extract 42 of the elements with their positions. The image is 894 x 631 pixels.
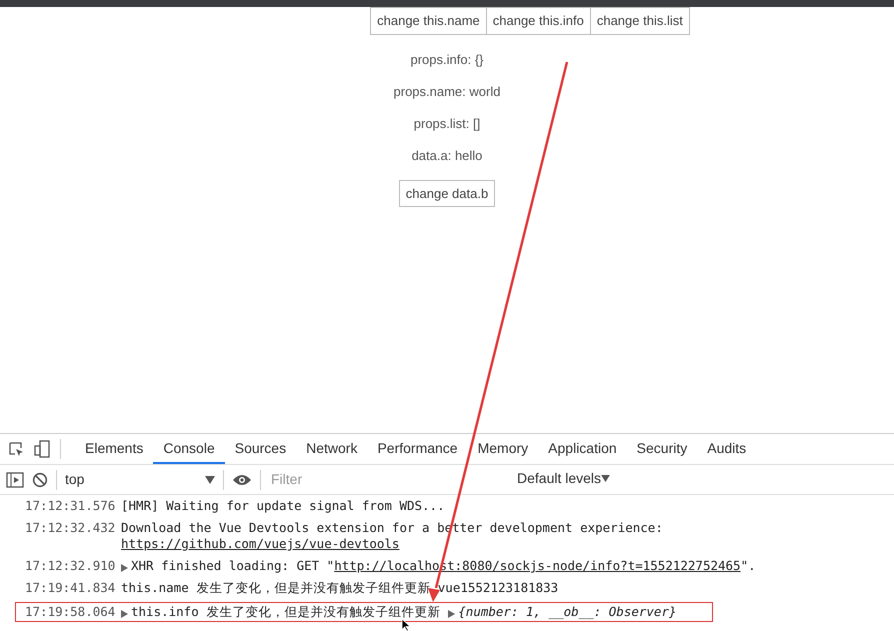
devtools-tab[interactable]: Application	[538, 434, 627, 464]
log-message: ".	[740, 558, 756, 573]
prop-text: data.a: hello	[412, 148, 482, 162]
log-timestamp: 17:12:32.910	[25, 558, 116, 574]
log-message: this.info 发生了变化，但是并没有触发子组件更新	[131, 604, 440, 619]
log-timestamp: 17:19:41.834	[25, 580, 116, 596]
cursor-icon	[402, 618, 412, 631]
log-timestamp: 17:19:58.064	[25, 604, 116, 620]
devtools-tab[interactable]: Memory	[468, 434, 538, 464]
dropdown-icon	[205, 476, 215, 484]
log-timestamp: 17:12:31.576	[25, 498, 116, 514]
prop-text: props.info: {}	[410, 52, 484, 66]
sidebar-toggle-icon[interactable]	[6, 472, 24, 488]
log-object: {number: 1, __ob__: Observer}	[458, 604, 677, 619]
devtools-tab[interactable]: Audits	[697, 434, 756, 464]
change-button[interactable]: change data.b	[398, 180, 496, 207]
expand-icon[interactable]	[121, 564, 128, 572]
prop-text: props.list: []	[414, 116, 480, 130]
clear-icon[interactable]	[32, 472, 48, 488]
change-button[interactable]: change this.name	[370, 7, 487, 34]
devtools-tab[interactable]: Security	[626, 434, 698, 464]
device-icon[interactable]	[34, 440, 50, 458]
eye-icon[interactable]	[232, 474, 252, 486]
log-link[interactable]: https://github.com/vuejs/vue-devtools	[121, 536, 400, 551]
log-message: this.name 发生了变化，但是并没有触发子组件更新 vue1552123181833	[121, 580, 558, 595]
devtools-tab[interactable]: Console	[153, 434, 225, 464]
change-button[interactable]: change this.info	[486, 7, 591, 34]
dropdown-icon	[601, 475, 610, 482]
expand-icon[interactable]	[121, 610, 128, 618]
context-select[interactable]: top	[65, 469, 215, 490]
inspect-icon[interactable]	[8, 441, 24, 457]
log-timestamp: 17:12:32.432	[25, 520, 116, 537]
change-button[interactable]: change this.list	[590, 7, 690, 34]
devtools-tab[interactable]: Elements	[75, 434, 154, 464]
devtools-tab[interactable]: Performance	[367, 434, 468, 464]
prop-text: props.name: world	[394, 84, 500, 98]
log-message: XHR finished loading: GET "	[131, 558, 334, 573]
expand-icon[interactable]	[448, 610, 456, 618]
levels-dropdown[interactable]: Default levels	[517, 468, 610, 491]
devtools-tab[interactable]: Sources	[224, 434, 296, 464]
log-message: [HMR] Waiting for update signal from WDS...	[121, 498, 445, 513]
devtools-tab[interactable]: Network	[296, 434, 368, 464]
